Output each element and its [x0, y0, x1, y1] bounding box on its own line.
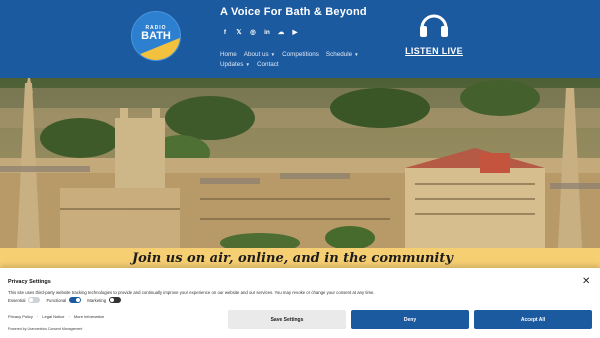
headphones-icon[interactable] — [418, 10, 450, 38]
bath-cityscape-illustration — [0, 78, 600, 248]
consent-description: This site uses third-party website track… — [8, 290, 375, 295]
more-information-link[interactable]: More Information — [74, 314, 104, 319]
chevron-down-icon: ▼ — [354, 52, 359, 57]
nav-home-label: Home — [220, 51, 237, 58]
toggle-marketing-label: Marketing — [87, 297, 107, 303]
linkedin-icon[interactable]: in — [263, 29, 271, 37]
essential-switch[interactable] — [28, 297, 41, 303]
main-nav: Home About us ▼ Competitions Schedule ▼ Up… — [220, 51, 370, 68]
close-icon[interactable]: ✕ — [582, 276, 590, 287]
nav-updates-label: Updates — [220, 61, 244, 68]
chevron-down-icon: ▼ — [270, 52, 276, 57]
banner-text: Join us on air, online, and in the commu… — [132, 251, 453, 266]
nav-contact-label: Contact — [256, 61, 279, 68]
youtube-icon[interactable]: ▶ — [291, 29, 299, 37]
consent-links: Privacy Policy · Legal Notice · More Inf… — [8, 314, 104, 319]
radio-bath-logo[interactable]: RADIO BATH — [131, 11, 181, 61]
instagram-icon[interactable]: ◎ — [249, 29, 257, 37]
toggle-marketing: Marketing — [87, 297, 122, 303]
nav-home[interactable]: Home — [220, 51, 237, 58]
facebook-icon[interactable]: f — [221, 29, 229, 37]
social-links: f 𝕏 ◎ in ☁ ▶ — [221, 29, 299, 37]
toggle-essential-label: Essential — [8, 297, 26, 303]
toggle-functional: Functional — [46, 297, 82, 303]
nav-competitions[interactable]: Competitions — [282, 51, 319, 58]
soundcloud-icon[interactable]: ☁ — [277, 29, 285, 37]
site-tagline: A Voice For Bath & Beyond — [220, 6, 367, 18]
link-separator: · — [36, 314, 39, 319]
functional-switch[interactable] — [69, 297, 82, 303]
listen-live-link[interactable]: LISTEN LIVE — [398, 46, 470, 56]
privacy-policy-link[interactable]: Privacy Policy — [8, 314, 33, 319]
consent-toggles: Essential Functional Marketing — [8, 297, 122, 303]
x-twitter-icon[interactable]: 𝕏 — [235, 29, 243, 37]
powered-by-text: Powered by Usercentrics Consent Manageme… — [8, 327, 83, 331]
site-header: RADIO BATH A Voice For Bath & Beyond f 𝕏… — [0, 0, 600, 78]
nav-updates[interactable]: Updates ▼ — [220, 61, 250, 68]
save-settings-button[interactable]: Save Settings — [228, 310, 346, 329]
toggle-functional-label: Functional — [46, 297, 67, 303]
nav-contact[interactable]: Contact — [257, 61, 279, 68]
marketing-switch[interactable] — [109, 297, 122, 303]
toggle-essential: Essential — [8, 297, 41, 303]
nav-schedule-label: Schedule — [325, 51, 353, 58]
accept-all-button[interactable]: Accept All — [474, 310, 592, 329]
link-separator: · — [68, 314, 70, 319]
legal-notice-link[interactable]: Legal Notice — [42, 314, 64, 319]
nav-schedule[interactable]: Schedule ▼ — [326, 51, 359, 58]
logo-bath-text: BATH — [141, 30, 171, 42]
nav-competitions-label: Competitions — [282, 51, 319, 58]
community-banner: Join us on air, online, and in the commu… — [0, 248, 600, 268]
chevron-down-icon: ▼ — [245, 62, 250, 67]
hero-image-bath-city — [0, 78, 600, 248]
nav-about[interactable]: About us ▼ — [244, 51, 275, 58]
deny-button[interactable]: Deny — [351, 310, 469, 329]
privacy-consent-dialog: Privacy Settings ✕ This site uses third-… — [0, 268, 600, 338]
consent-title: Privacy Settings — [8, 279, 51, 285]
nav-about-label: About us — [243, 51, 269, 58]
